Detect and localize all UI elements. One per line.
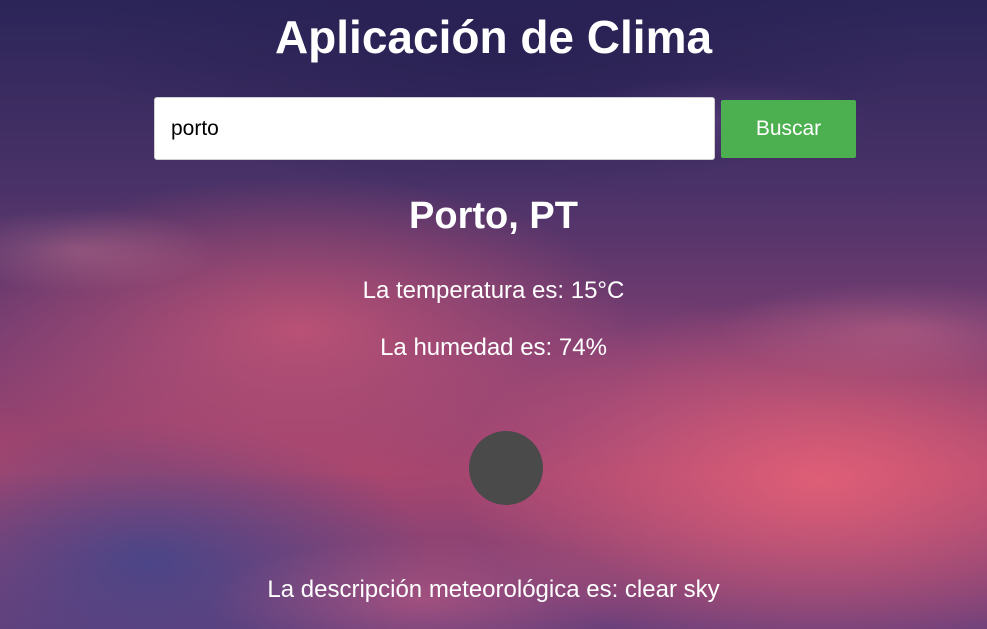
search-input[interactable] [154, 97, 715, 160]
weather-description: La descripción meteorológica es: clear s… [267, 576, 720, 603]
humidity-text: La humedad es: 74% [380, 334, 607, 361]
weather-icon [469, 431, 543, 505]
temperature-text: La temperatura es: 15°C [362, 277, 625, 304]
page-title: Aplicación de Clima [274, 11, 713, 63]
search-bar: Buscar [154, 97, 856, 160]
background-sky [0, 0, 987, 629]
search-button[interactable]: Buscar [721, 99, 856, 158]
city-name: Porto, PT [409, 195, 578, 237]
